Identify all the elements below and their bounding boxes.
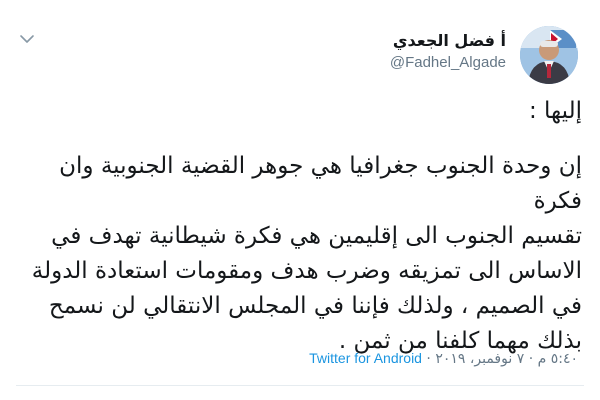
meta-separator: · (528, 351, 534, 367)
tweet-paragraph: إن وحدة الجنوب جغرافيا هي جوهر القضية ال… (31, 153, 582, 354)
tweet-source-link[interactable]: Twitter for Android (309, 350, 422, 366)
tweet-card: أ فضل الجعدي @Fadhel_Algade إليها : إن و… (0, 0, 600, 400)
avatar[interactable] (520, 26, 578, 84)
chevron-down-icon[interactable] (16, 28, 38, 50)
tweet-text: إليها : إن وحدة الجنوب جغرافيا هي جوهر ا… (20, 94, 582, 359)
display-name[interactable]: أ فضل الجعدي (390, 30, 506, 52)
chevron-down-icon-glyph (20, 35, 34, 43)
tweet-time[interactable]: ٥:٤٠ م (538, 351, 578, 367)
tweet-header: أ فضل الجعدي @Fadhel_Algade (0, 14, 600, 84)
user-handle[interactable]: @Fadhel_Algade (390, 52, 506, 74)
avatar-image (520, 26, 578, 84)
tweet-intro: إليها : (528, 98, 582, 124)
tweet-date[interactable]: ٧ نوفمبر، ٢٠١٩ (435, 351, 524, 367)
meta-separator-2: · (426, 351, 431, 367)
tweet-meta: ٥:٤٠ م · ٧ نوفمبر، ٢٠١٩ · Twitter for An… (309, 350, 578, 367)
divider (16, 385, 584, 386)
user-info: أ فضل الجعدي @Fadhel_Algade (390, 30, 506, 74)
